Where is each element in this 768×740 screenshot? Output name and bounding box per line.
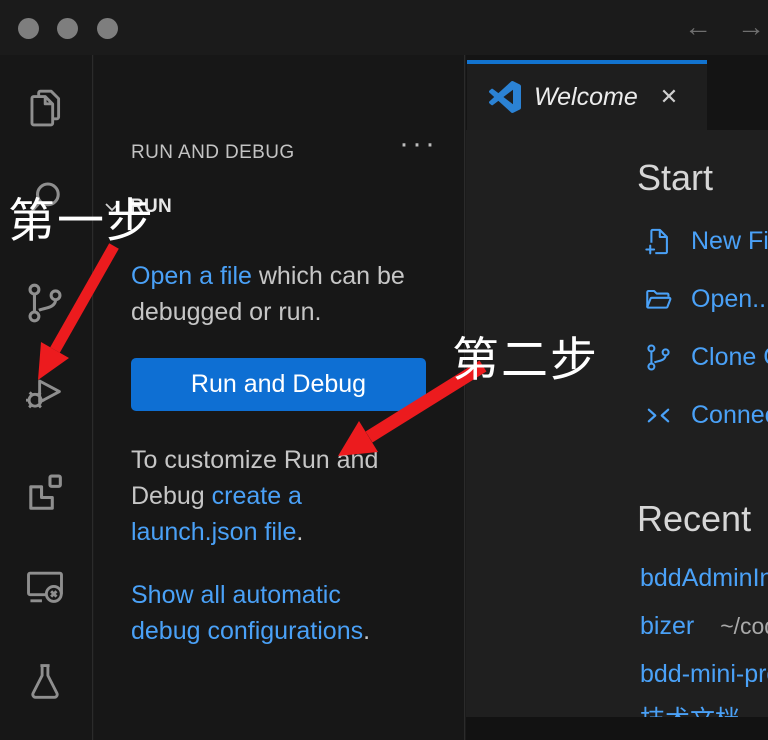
run-and-debug-icon[interactable] [22,368,68,414]
show-debug-configurations-link[interactable]: Show all automatic debug configurations [131,581,363,645]
explorer-icon[interactable] [22,86,68,132]
start-heading: Start [637,157,713,199]
editor-group: Welcome ✕ Start New File... Ope [466,55,768,740]
show-configs-paragraph: Show all automatic debug configurations. [131,577,387,649]
recent-item[interactable]: bizer ~/code [640,612,768,641]
recent-link[interactable]: bdd-mini-program [640,660,768,688]
window-close-button[interactable] [18,18,39,39]
start-item-open[interactable]: Open... [643,284,768,315]
remote-explorer-icon[interactable] [22,564,68,610]
title-bar: ← → [0,0,768,55]
recent-link[interactable]: bddAdminInfo [640,564,768,592]
recent-path: ~/code [720,613,768,639]
recent-item[interactable]: bddAdminInfo [640,564,768,593]
recent-link[interactable]: 技术文档 [640,706,740,717]
tab-welcome[interactable]: Welcome ✕ [467,60,707,130]
window-zoom-button[interactable] [97,18,118,39]
open-folder-icon [643,284,674,315]
open-file-paragraph: Open a file which can be debugged or run… [131,258,431,330]
panel-title: RUN AND DEBUG [131,142,295,164]
remote-connect-icon [643,400,674,431]
window-minimize-button[interactable] [57,18,78,39]
customize-paragraph: To customize Run and Debug create a laun… [131,442,411,550]
git-clone-icon [643,342,674,373]
show-configs-period: . [363,617,370,645]
new-file-icon [643,226,674,257]
activity-bar [0,55,93,740]
more-actions-icon[interactable]: ··· [399,127,438,161]
start-item-label: Clone Git Repository... [691,343,768,372]
run-and-debug-panel: RUN AND DEBUG ··· RUN Open a file which … [94,55,465,740]
start-item-connect[interactable]: Connect to... [643,400,768,431]
start-item-clone[interactable]: Clone Git Repository... [643,342,768,373]
welcome-page: Start New File... Open... [466,130,768,717]
customize-period: . [296,518,303,546]
run-and-debug-button[interactable]: Run and Debug [131,358,426,411]
nav-forward-icon[interactable]: → [737,8,765,46]
recent-heading: Recent [637,498,751,540]
vscode-logo-icon [489,81,521,113]
tab-close-icon[interactable]: ✕ [660,84,678,110]
recent-item[interactable]: 技术文档 [640,700,740,717]
testing-icon[interactable] [22,659,68,705]
start-item-label: New File... [691,227,768,256]
annotation-step2: 第二步 [452,321,599,390]
recent-item[interactable]: bdd-mini-program [640,660,768,689]
recent-link[interactable]: bizer [640,612,694,640]
source-control-icon[interactable] [22,280,68,326]
editor-bottom-strip [466,717,768,740]
tab-title: Welcome [534,83,638,112]
tab-strip: Welcome ✕ [466,55,768,130]
annotation-step1: 第一步 [8,182,155,251]
start-item-label: Connect to... [691,401,768,430]
start-item-label: Open... [691,285,768,314]
extensions-icon[interactable] [22,468,68,514]
open-a-file-link[interactable]: Open a file [131,262,252,290]
start-item-new-file[interactable]: New File... [643,226,768,257]
nav-back-icon[interactable]: ← [684,8,712,46]
